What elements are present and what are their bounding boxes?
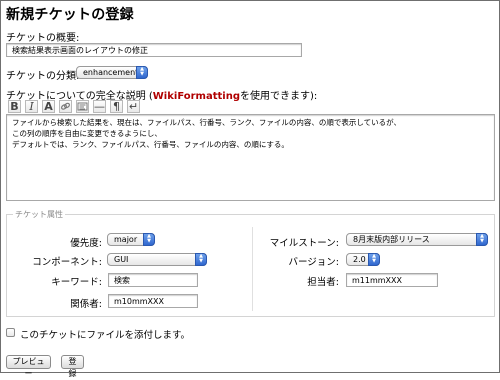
link-button[interactable] xyxy=(59,100,72,113)
cc-label: 関係者: xyxy=(70,299,102,310)
select-arrows-icon: ▲ ▼ xyxy=(476,233,488,246)
component-select-value: GUI xyxy=(114,255,129,264)
component-label: コンポーネント: xyxy=(32,257,102,268)
attachment-label: このチケットにファイルを添付します。 xyxy=(20,330,191,341)
italic-button[interactable]: I xyxy=(25,100,38,113)
priority-select[interactable]: major ▲ ▼ xyxy=(107,233,155,246)
line-break-button[interactable]: ↵ xyxy=(127,100,140,113)
type-label: チケットの分類: xyxy=(6,71,80,82)
summary-label: チケットの概要: xyxy=(6,33,80,44)
attachment-checkbox[interactable] xyxy=(6,328,15,337)
select-arrows-icon: ▲ ▼ xyxy=(368,253,380,266)
priority-label: 優先度: xyxy=(70,238,102,249)
preview-button[interactable]: プレビュー xyxy=(6,355,51,378)
description-textarea[interactable]: ファイルから検索した結果を、現在は、ファイルパス、行番号、ランク、ファイルの内容… xyxy=(6,114,495,201)
code-button[interactable] xyxy=(76,100,89,113)
select-arrows-icon: ▲ ▼ xyxy=(143,233,155,246)
select-arrows-icon: ▲ ▼ xyxy=(136,66,148,79)
milestone-label: マイルストーン: xyxy=(269,238,339,249)
horizontal-rule-button[interactable]: — xyxy=(93,100,106,113)
type-select[interactable]: enhancement ▲ ▼ xyxy=(76,66,148,79)
description-line: ファイルから検索した結果を、現在は、ファイルパス、行番号、ランク、ファイルの内容… xyxy=(12,118,401,127)
version-select[interactable]: 2.0 ▲ ▼ xyxy=(346,253,380,266)
description-label-suffix: を使用できます): xyxy=(239,91,318,102)
version-select-value: 2.0 xyxy=(353,255,366,264)
milestone-select-value: 8月末版内部リリース xyxy=(353,235,430,244)
wikiformatting-link[interactable]: WikiFormatting xyxy=(153,91,240,102)
link-icon xyxy=(61,102,70,110)
summary-input[interactable]: 検索結果表示画面のレイアウトの修正 xyxy=(6,43,302,57)
heading-button[interactable]: A xyxy=(42,100,55,113)
page-title: 新規チケットの登録 xyxy=(6,7,134,23)
code-block-icon xyxy=(77,102,88,111)
properties-legend: チケット属性 xyxy=(15,210,63,219)
description-line: デフォルトでは、ランク、ファイルパス、行番号、ファイルの内容、の順にする。 xyxy=(12,140,289,149)
version-label: バージョン: xyxy=(288,257,339,268)
paragraph-button[interactable]: ¶ xyxy=(110,100,123,113)
cc-input[interactable]: m10mmXXX xyxy=(108,294,198,308)
component-select[interactable]: GUI ▲ ▼ xyxy=(107,253,207,266)
milestone-select[interactable]: 8月末版内部リリース ▲ ▼ xyxy=(346,233,488,246)
keywords-label: キーワード: xyxy=(51,277,102,288)
owner-label: 担当者: xyxy=(307,277,339,288)
bold-button[interactable]: B xyxy=(8,100,21,113)
owner-input[interactable]: m11mmXXX xyxy=(346,273,438,287)
type-select-value: enhancement xyxy=(83,68,139,77)
priority-select-value: major xyxy=(114,235,138,244)
description-line: この列の順序を自由に変更できるようにし、 xyxy=(12,129,162,138)
submit-button[interactable]: 登録 xyxy=(61,355,84,378)
keywords-input[interactable]: 検索 xyxy=(108,273,198,287)
select-arrows-icon: ▲ ▼ xyxy=(195,253,207,266)
